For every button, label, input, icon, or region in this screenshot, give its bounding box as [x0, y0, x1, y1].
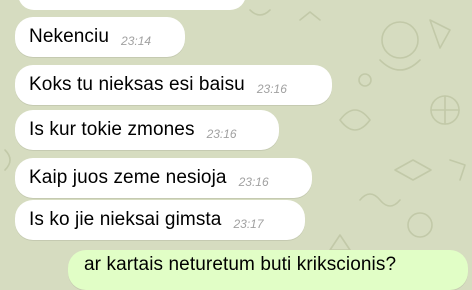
message-text: Is kur tokie zmones	[29, 119, 195, 140]
previous-message-bubble	[18, 0, 246, 10]
message-text: Nekenciu	[29, 26, 110, 47]
message-time: 23:17	[233, 217, 264, 231]
message-time: 23:16	[238, 175, 269, 189]
message-time: 23:16	[206, 127, 237, 141]
message-text: Kaip juos zeme nesioja	[29, 167, 227, 188]
message-bubble: Koks tu nieksas esi baisu 23:16	[15, 65, 332, 105]
message-bubble: Kaip juos zeme nesioja 23:16	[15, 158, 312, 198]
outgoing-message-bubble: ar kartais neturetum buti krikscionis?	[68, 250, 468, 290]
message-bubble: Nekenciu 23:14	[15, 17, 185, 57]
message-text: ar kartais neturetum buti krikscionis?	[84, 254, 397, 275]
message-text: Koks tu nieksas esi baisu	[29, 74, 245, 95]
message-time: 23:14	[121, 34, 152, 48]
message-bubble: Is ko jie nieksai gimsta 23:17	[15, 200, 305, 240]
message-text: Is ko jie nieksai gimsta	[29, 209, 222, 230]
message-time: 23:16	[256, 82, 287, 96]
message-bubble: Is kur tokie zmones 23:16	[15, 110, 279, 150]
